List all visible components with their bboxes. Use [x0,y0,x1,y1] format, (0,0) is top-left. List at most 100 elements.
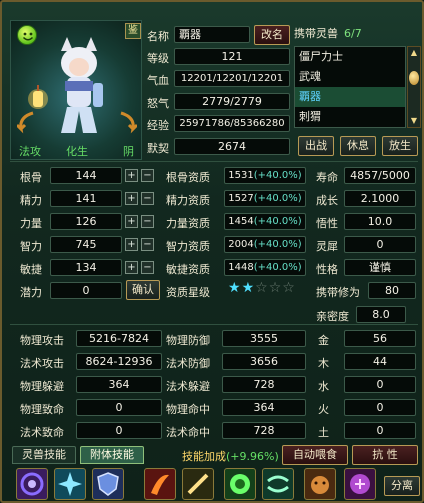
aptitude-label: 精力资质 [166,194,210,207]
carry-count: 6/7 [344,27,362,40]
plus-button[interactable]: + [125,169,138,182]
minus-button[interactable]: − [141,238,154,251]
divider [10,161,418,162]
tacit-label: 默契 [147,142,169,155]
combat-label: 物理躲避 [20,380,64,393]
carry-item-selected[interactable]: 覇器 [295,87,405,107]
tab-possession-skills[interactable]: 附体技能 [80,446,144,464]
element-label: 火 [318,403,329,416]
rage-field: 2779/2779 [174,93,290,110]
skill-slot[interactable] [304,468,336,500]
auto-feed-button[interactable]: 自动喂食 [282,445,348,465]
potential-label: 潜力 [20,286,42,299]
combat-label: 法术攻击 [20,357,64,370]
stat-label: 寿命 [316,171,338,184]
stat-value: 0 [344,236,416,253]
element-value: 56 [344,330,416,347]
minus-button[interactable]: − [141,261,154,274]
name-field: 覇器 [174,26,250,43]
stat-value: 谨慎 [344,259,416,276]
level-field: 121 [174,48,290,65]
exp-label: 经验 [147,119,169,132]
pet-figure-icon [61,37,103,133]
stat-label: 性格 [316,263,338,276]
combat-value: 0 [76,399,162,416]
battle-button[interactable]: 出战 [298,136,334,156]
skill-slot[interactable] [182,468,214,500]
beast-skill-icon [311,476,329,494]
scroll-up-icon[interactable]: ▲ [409,48,419,58]
alignment-label: 阴 [123,145,134,158]
combat-label: 物理命中 [166,403,210,416]
attr-label: 根骨 [20,171,42,184]
carry-list: 僵尸力士 武魂 覇器 刺猬 [294,46,406,128]
separate-button[interactable]: 分离 [384,476,420,496]
intimacy-label: 亲密度 [316,310,349,323]
rotate-left-icon[interactable] [17,111,37,135]
carry-item[interactable]: 刺猬 [295,107,405,127]
plus-button[interactable]: + [125,215,138,228]
wind-skill-icon [267,475,289,493]
skill-slot[interactable] [262,468,294,500]
plus-button[interactable]: + [125,192,138,205]
carry-scrollbar[interactable]: ▲ ▼ [407,46,421,128]
release-button[interactable]: 放生 [382,136,418,156]
scroll-thumb[interactable] [409,71,419,85]
combat-value: 364 [76,376,162,393]
stat-value: 10.0 [344,213,416,230]
appraise-button[interactable]: 鉴 [125,23,141,39]
attr-value: 141 [50,190,122,207]
rage-label: 怒气 [147,97,169,110]
curse-skill-icon [350,474,370,494]
plus-button[interactable]: + [125,238,138,251]
tab-beast-skills[interactable]: 灵兽技能 [12,446,76,464]
skill-slot[interactable] [54,468,86,500]
fire-slash-skill-icon [151,474,169,495]
rest-button[interactable]: 休息 [340,136,376,156]
element-value: 0 [344,376,416,393]
carry-item[interactable]: 僵尸力士 [295,47,405,67]
aptitude-value: 2004(+40.0%) [224,236,306,253]
skill-slot[interactable] [16,468,48,500]
carry-header: 携带灵兽 6/7 [294,25,420,43]
skill-slot[interactable] [92,468,124,500]
resistance-button[interactable]: 抗 性 [352,445,418,465]
combat-value: 8624-12936 [76,353,162,370]
skill-slot[interactable] [144,468,176,500]
exp-field: 25971786/85366280 [174,115,290,132]
skill-bonus: 技能加成(+9.96%) [182,450,279,463]
plus-button[interactable]: + [125,261,138,274]
hp-field: 12201/12201/12201 [174,70,290,87]
skill-slot[interactable] [224,468,256,500]
shield-skill-icon [97,472,119,496]
skill-slot[interactable] [344,468,376,500]
minus-button[interactable]: − [141,215,154,228]
combat-value: 728 [222,376,306,393]
vortex-skill-icon [20,472,44,496]
tacit-field: 2674 [174,138,290,155]
minus-button[interactable]: − [141,192,154,205]
minus-button[interactable]: − [141,169,154,182]
attr-label: 敏捷 [20,263,42,276]
element-label: 木 [318,357,329,370]
confirm-button[interactable]: 确认 [126,280,160,300]
stat-value: 2.1000 [344,190,416,207]
star-filled-icon: ★ [228,280,242,296]
element-label: 金 [318,334,329,347]
stat-label: 成长 [316,194,338,207]
stat-value: 80 [368,282,416,299]
combat-value: 364 [222,399,306,416]
aptitude-label: 根骨资质 [166,171,210,184]
combat-value: 3656 [222,353,306,370]
carry-item[interactable]: 武魂 [295,67,405,87]
combat-label: 法术致命 [20,426,64,439]
rotate-right-icon[interactable] [117,111,137,135]
attr-value: 126 [50,213,122,230]
stat-label: 携带修为 [316,286,360,299]
rename-button[interactable]: 改名 [254,25,290,45]
scroll-down-icon[interactable]: ▼ [409,116,419,126]
combat-value: 0 [76,422,162,439]
aptitude-value: 1531(+40.0%) [224,167,306,184]
lantern-icon [28,85,48,109]
mood-smiley-icon[interactable] [17,25,37,45]
